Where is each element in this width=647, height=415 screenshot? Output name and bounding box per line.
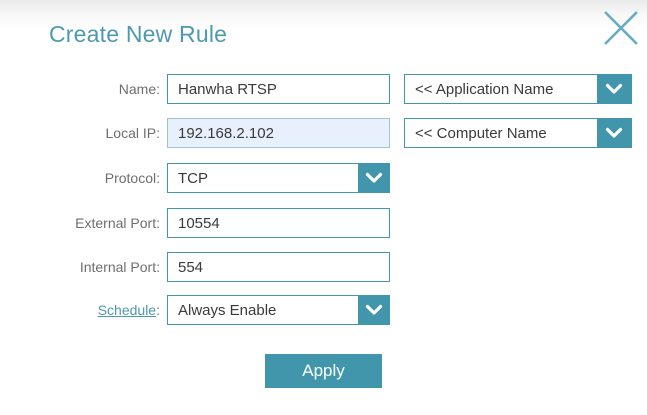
schedule-dropdown[interactable]: Always Enable bbox=[167, 295, 390, 325]
schedule-label: Schedule: bbox=[0, 302, 160, 318]
internal-port-input[interactable] bbox=[167, 252, 390, 282]
external-port-input[interactable] bbox=[167, 208, 390, 238]
chevron-down-icon bbox=[605, 127, 623, 139]
application-name-dropdown[interactable]: << Application Name bbox=[404, 74, 632, 104]
computer-name-dropdown-button[interactable] bbox=[597, 119, 631, 147]
external-port-label: External Port: bbox=[0, 215, 160, 231]
apply-button[interactable]: Apply bbox=[265, 354, 382, 388]
local-ip-input[interactable] bbox=[167, 118, 390, 148]
schedule-dropdown-button[interactable] bbox=[358, 296, 389, 324]
protocol-dropdown-value: TCP bbox=[168, 164, 358, 192]
computer-name-dropdown[interactable]: << Computer Name bbox=[404, 118, 632, 148]
name-input[interactable] bbox=[167, 74, 390, 104]
application-name-dropdown-value: << Application Name bbox=[405, 75, 597, 103]
schedule-link[interactable]: Schedule bbox=[98, 302, 156, 318]
close-button[interactable] bbox=[598, 7, 644, 49]
schedule-dropdown-value: Always Enable bbox=[168, 296, 358, 324]
chevron-down-icon bbox=[365, 172, 383, 184]
form-row-schedule: Schedule: Always Enable bbox=[0, 295, 647, 325]
chevron-down-icon bbox=[605, 83, 623, 95]
protocol-dropdown[interactable]: TCP bbox=[167, 163, 390, 193]
protocol-dropdown-button[interactable] bbox=[358, 164, 389, 192]
page-title: Create New Rule bbox=[49, 21, 227, 48]
application-name-dropdown-button[interactable] bbox=[597, 75, 631, 103]
schedule-label-colon: : bbox=[156, 302, 160, 318]
form-row-name: Name: << Application Name bbox=[0, 74, 647, 104]
computer-name-dropdown-value: << Computer Name bbox=[405, 119, 597, 147]
form-row-local-ip: Local IP: << Computer Name bbox=[0, 118, 647, 148]
chevron-down-icon bbox=[365, 304, 383, 316]
internal-port-label: Internal Port: bbox=[0, 259, 160, 275]
form-row-protocol: Protocol: TCP bbox=[0, 163, 647, 193]
name-label: Name: bbox=[0, 81, 160, 97]
create-new-rule-dialog: Create New Rule Name: << Application Nam… bbox=[0, 0, 647, 415]
local-ip-label: Local IP: bbox=[0, 125, 160, 141]
form-row-external-port: External Port: bbox=[0, 208, 647, 238]
form-row-internal-port: Internal Port: bbox=[0, 252, 647, 282]
protocol-label: Protocol: bbox=[0, 170, 160, 186]
close-icon bbox=[601, 10, 641, 46]
